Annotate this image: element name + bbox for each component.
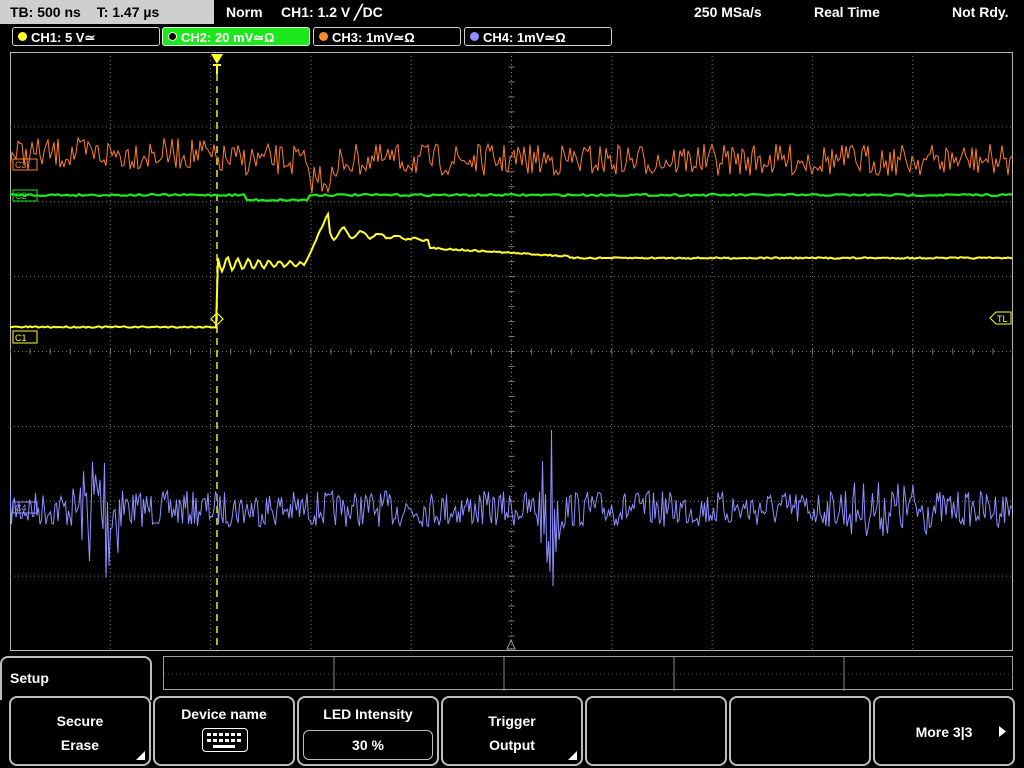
- timebase-value: TB: 500 ns: [10, 4, 81, 20]
- trigger-time-value: T: 1.47 µs: [96, 4, 160, 20]
- channel-3-label: CH3: 1mV≃Ω: [332, 30, 415, 45]
- channel-2-label: CH2: 20 mV≃Ω: [181, 30, 275, 45]
- channel-3-button[interactable]: CH3: 1mV≃Ω: [313, 27, 461, 46]
- channel-4-button[interactable]: CH4: 1mV≃Ω: [464, 27, 612, 46]
- channel-1-label: CH1: 5 V≃: [31, 30, 96, 45]
- channel-1-color-dot: [18, 32, 27, 41]
- channel-3-marker-label: C3: [15, 160, 27, 170]
- secure-erase-line2: Erase: [60, 737, 100, 753]
- trigger-level-marker[interactable]: TL: [989, 311, 1012, 325]
- channel-1-marker[interactable]: C1: [12, 330, 38, 344]
- graticule: [10, 52, 1013, 651]
- keyboard-icon: [202, 728, 248, 752]
- channel-1-button[interactable]: CH1: 5 V≃: [12, 27, 160, 46]
- status-bar: TB: 500 ns T: 1.47 µs Norm CH1: 1.2 V ╱D…: [0, 0, 1024, 24]
- channel-2-button[interactable]: CH2: 20 mV≃Ω: [162, 27, 310, 46]
- trigger-output-line2: Output: [489, 737, 535, 753]
- acquisition-mode: Real Time: [814, 4, 880, 20]
- sample-rate: 250 MSa/s: [694, 4, 762, 20]
- channel-bar: CH1: 5 V≃ CH2: 20 mV≃Ω CH3: 1mV≃Ω CH4: 1…: [0, 26, 1024, 48]
- device-name-label: Device name: [181, 706, 267, 722]
- softkey-menu: Setup Secure Erase Device name LED Inten…: [0, 656, 1024, 768]
- channel-4-marker[interactable]: C4: [12, 501, 38, 514]
- menu-title: Setup: [0, 656, 152, 700]
- empty-softkey-6[interactable]: [729, 696, 871, 766]
- trigger-status: Not Rdy.: [952, 4, 1009, 20]
- device-name-button[interactable]: Device name: [153, 696, 295, 766]
- channel-1-marker-label: C1: [15, 333, 27, 343]
- submenu-corner-icon: [568, 751, 577, 760]
- trigger-mode[interactable]: Norm: [226, 0, 263, 24]
- timebase-box[interactable]: TB: 500 ns T: 1.47 µs: [0, 0, 214, 24]
- submenu-corner-icon: [136, 751, 145, 760]
- more-button[interactable]: More 3|3: [873, 696, 1015, 766]
- led-intensity-value: 30 %: [303, 730, 433, 760]
- zoom-overview-strip: [163, 656, 1014, 691]
- channel-3-color-dot: [319, 32, 328, 41]
- led-intensity-button[interactable]: LED Intensity 30 %: [297, 696, 439, 766]
- trigger-output-button[interactable]: Trigger Output: [441, 696, 583, 766]
- waveform-canvas[interactable]: C3 C2 C1 C4 TL: [10, 52, 1013, 651]
- secure-erase-button[interactable]: Secure Erase: [9, 696, 151, 766]
- channel-4-color-dot: [470, 32, 479, 41]
- channel-4-label: CH4: 1mV≃Ω: [483, 30, 566, 45]
- channel-4-marker-label: C4: [15, 503, 27, 513]
- trigger-level-label: TL: [997, 314, 1008, 324]
- more-label: More 3|3: [915, 724, 973, 740]
- waveforms: [10, 136, 1013, 587]
- channel-3-marker[interactable]: C3: [12, 158, 38, 171]
- trigger-output-line1: Trigger: [488, 713, 536, 729]
- trigger-setting[interactable]: CH1: 1.2 V ╱DC: [281, 0, 383, 24]
- led-intensity-label: LED Intensity: [323, 706, 413, 722]
- empty-softkey-5[interactable]: [585, 696, 727, 766]
- channel-2-color-dot: [168, 32, 177, 41]
- trigger-position-marker[interactable]: [211, 54, 223, 74]
- secure-erase-line1: Secure: [56, 713, 104, 729]
- right-arrow-icon: [999, 726, 1006, 737]
- channel-2-marker-label: C2: [15, 191, 27, 201]
